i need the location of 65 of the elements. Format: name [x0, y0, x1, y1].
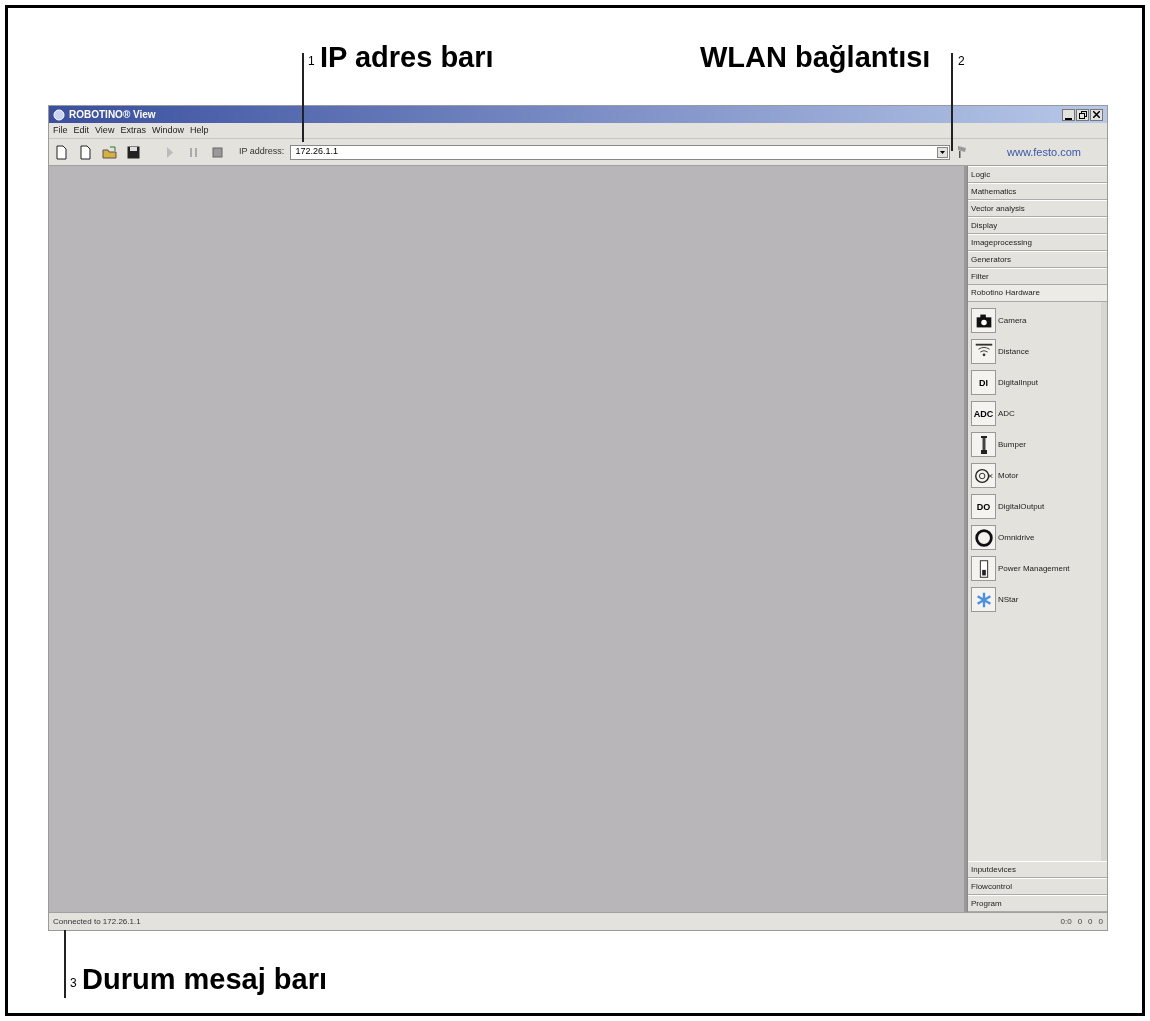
callout-label: WLAN bağlantısı: [700, 40, 931, 75]
category-header[interactable]: Logic: [968, 166, 1107, 183]
wheel-icon: [972, 526, 995, 549]
hardware-item[interactable]: DO DigitalOutput: [971, 494, 1098, 519]
callout-number: 1: [308, 53, 315, 70]
category-header[interactable]: Mathematics: [968, 183, 1107, 200]
item-icon: ADC: [971, 401, 996, 426]
toolbar-button[interactable]: [53, 144, 69, 160]
menu-item[interactable]: File: [53, 123, 68, 138]
menu-item[interactable]: View: [95, 123, 115, 138]
wlan-icon[interactable]: [956, 145, 969, 159]
restore-icon: [1078, 110, 1087, 119]
hardware-item[interactable]: Camera: [971, 308, 1098, 333]
category-header[interactable]: Generators: [968, 251, 1107, 268]
window-title: ROBOTINO® View: [69, 108, 156, 122]
category-header[interactable]: Vector analysis: [968, 200, 1107, 217]
hardware-item[interactable]: Bumper: [971, 432, 1098, 457]
category-header[interactable]: Filter: [968, 268, 1107, 285]
close-icon: [1093, 111, 1100, 118]
minimize-button[interactable]: [1062, 108, 1075, 121]
restore-button[interactable]: [1076, 108, 1089, 121]
folder-icon: [101, 144, 117, 160]
hardware-item[interactable]: ADC ADC: [971, 401, 1098, 426]
category-header[interactable]: Imageprocessing: [968, 234, 1107, 251]
leader-line: [64, 930, 66, 998]
menu-item[interactable]: Help: [189, 123, 209, 138]
category-header[interactable]: Inputdevices: [968, 861, 1107, 878]
hardware-item[interactable]: Power Management: [971, 556, 1098, 581]
dropdown-icon: [937, 146, 949, 158]
ip-address-label: IP address:: [239, 145, 285, 159]
menu-item[interactable]: Window: [151, 123, 184, 138]
document-icon: [77, 144, 93, 160]
stop-icon: [209, 144, 225, 160]
minimize-icon: [1065, 116, 1072, 120]
hardware-item[interactable]: Omnidrive: [971, 525, 1098, 550]
toolbar-button[interactable]: [125, 144, 141, 160]
hardware-item[interactable]: Distance: [971, 339, 1098, 364]
close-button[interactable]: [1090, 108, 1103, 121]
ip-address-field[interactable]: 172.26.1.1: [290, 144, 951, 160]
menu-item[interactable]: Edit: [73, 123, 90, 138]
menu-item[interactable]: Extras: [120, 123, 146, 138]
callout-label: Durum mesaj barı: [82, 962, 327, 997]
website-link[interactable]: www.festo.com: [1007, 143, 1081, 161]
category-header[interactable]: Display: [968, 217, 1107, 234]
category-header[interactable]: Flowcontrol: [968, 878, 1107, 895]
status-counter: 0: [1098, 915, 1103, 928]
app-icon: [53, 108, 65, 121]
callout-number: 2: [958, 53, 965, 70]
item-icon: DI: [971, 370, 996, 395]
hardware-item[interactable]: DI DigitalInput: [971, 370, 1098, 395]
category-header[interactable]: Program: [968, 895, 1107, 912]
callout-number: 3: [70, 975, 77, 992]
document-icon: [53, 144, 69, 160]
status-counter: 0: [1077, 915, 1083, 928]
toolbar-button[interactable]: [77, 144, 93, 160]
status-counter: 0: [1088, 915, 1093, 928]
status-counter: 0:0: [1060, 915, 1072, 928]
bumper-icon: [980, 435, 987, 454]
item-icon: DO: [971, 494, 996, 519]
hardware-item[interactable]: NStar: [971, 587, 1098, 612]
category-header[interactable]: Robotino Hardware: [968, 285, 1107, 302]
hardware-item[interactable]: Motor: [971, 463, 1098, 488]
status-message: Connected to 172.26.1.1: [53, 915, 141, 928]
callout-label: IP adres barı: [320, 40, 494, 75]
ip-address-value: 172.26.1.1: [294, 145, 339, 159]
